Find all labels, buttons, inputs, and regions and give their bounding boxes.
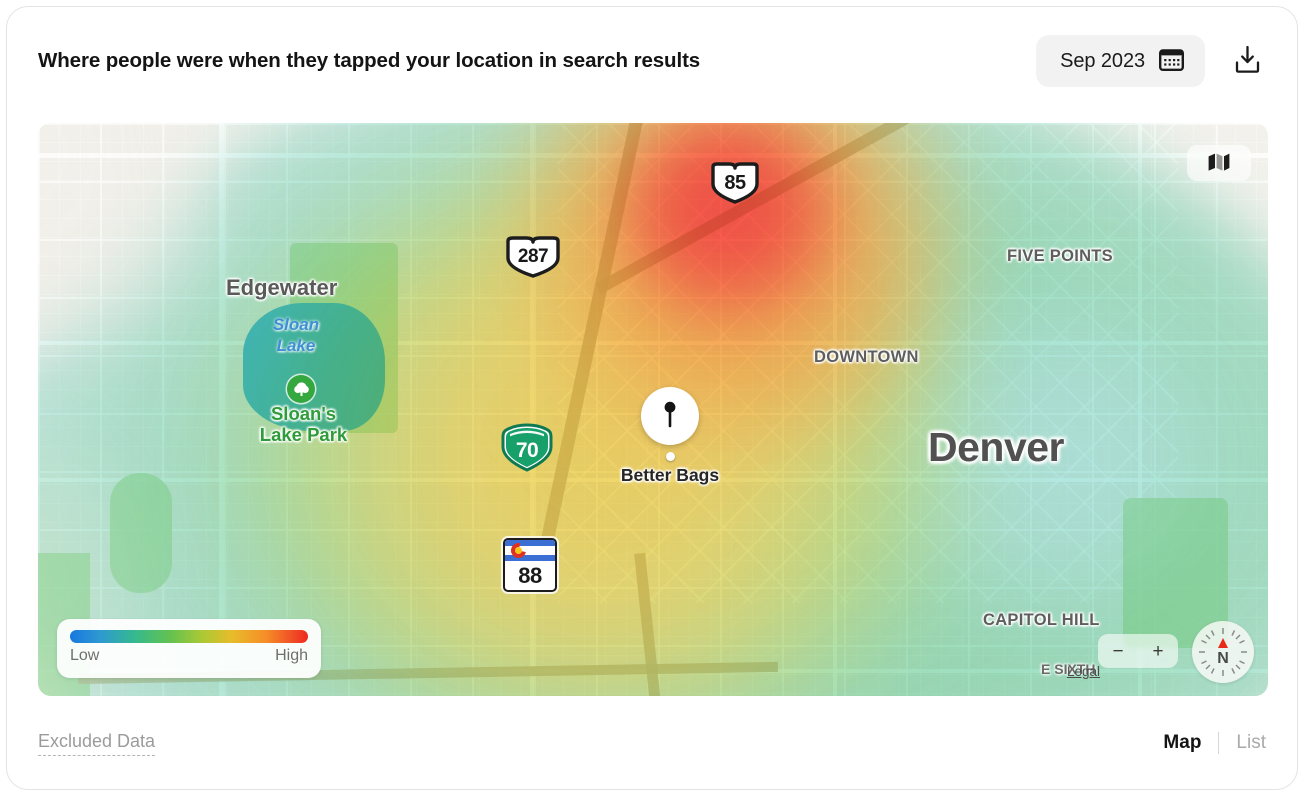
shield-number: 88 [518, 562, 542, 588]
business-name-label: Better Bags [620, 465, 720, 485]
marker-balloon[interactable] [641, 387, 699, 445]
colorado-c-icon [508, 540, 529, 561]
folded-map-icon [1207, 152, 1231, 175]
compass-control[interactable]: N [1192, 621, 1254, 683]
excluded-data-link[interactable]: Excluded Data [38, 731, 156, 756]
toggle-divider [1218, 732, 1220, 754]
highway-shield-co-88: 88 [503, 538, 557, 592]
park-tree-icon [287, 375, 315, 403]
view-toggle: Map List [1163, 732, 1266, 754]
map-type-button[interactable] [1187, 145, 1251, 181]
export-download-icon [1234, 45, 1261, 77]
legend-low-label: Low [70, 647, 100, 664]
highway-shield-us-287: 287 [506, 234, 560, 280]
export-button[interactable] [1227, 40, 1267, 82]
zoom-in-button[interactable]: + [1141, 634, 1175, 668]
card-footer: Excluded Data Map List [7, 697, 1297, 789]
heatmap-legend: Low High [57, 619, 321, 678]
colorado-flag-icon [505, 540, 555, 561]
tab-map[interactable]: Map [1163, 732, 1201, 754]
highway-shield-us-85: 85 [709, 160, 761, 206]
analytics-card: Where people were when they tapped your … [6, 6, 1298, 790]
business-location-marker[interactable]: Better Bags [605, 387, 735, 486]
marker-anchor-dot [665, 452, 675, 461]
zoom-controls[interactable]: − + [1098, 634, 1178, 668]
legal-link[interactable]: Legal [1067, 664, 1100, 679]
map-pin-icon [658, 399, 682, 434]
legend-high-label: High [275, 647, 308, 664]
shield-number: 70 [515, 439, 539, 462]
calendar-icon [1159, 48, 1185, 74]
date-range-selector[interactable]: Sep 2023 [1036, 35, 1205, 87]
zoom-out-button[interactable]: − [1101, 634, 1135, 668]
heatmap-map[interactable]: Edgewater Sloan Lake Sloan's Lake Park F… [38, 123, 1268, 696]
tab-list[interactable]: List [1236, 732, 1266, 754]
legend-gradient-bar [70, 630, 308, 643]
shield-number: 85 [724, 172, 746, 194]
date-range-label: Sep 2023 [1060, 49, 1145, 72]
shield-number: 287 [517, 246, 549, 267]
compass-north-label: N [1217, 650, 1229, 667]
page-title: Where people were when they tapped your … [38, 49, 701, 72]
card-header: Where people were when they tapped your … [7, 7, 1297, 115]
highway-shield-i-70: 70 [500, 423, 554, 473]
